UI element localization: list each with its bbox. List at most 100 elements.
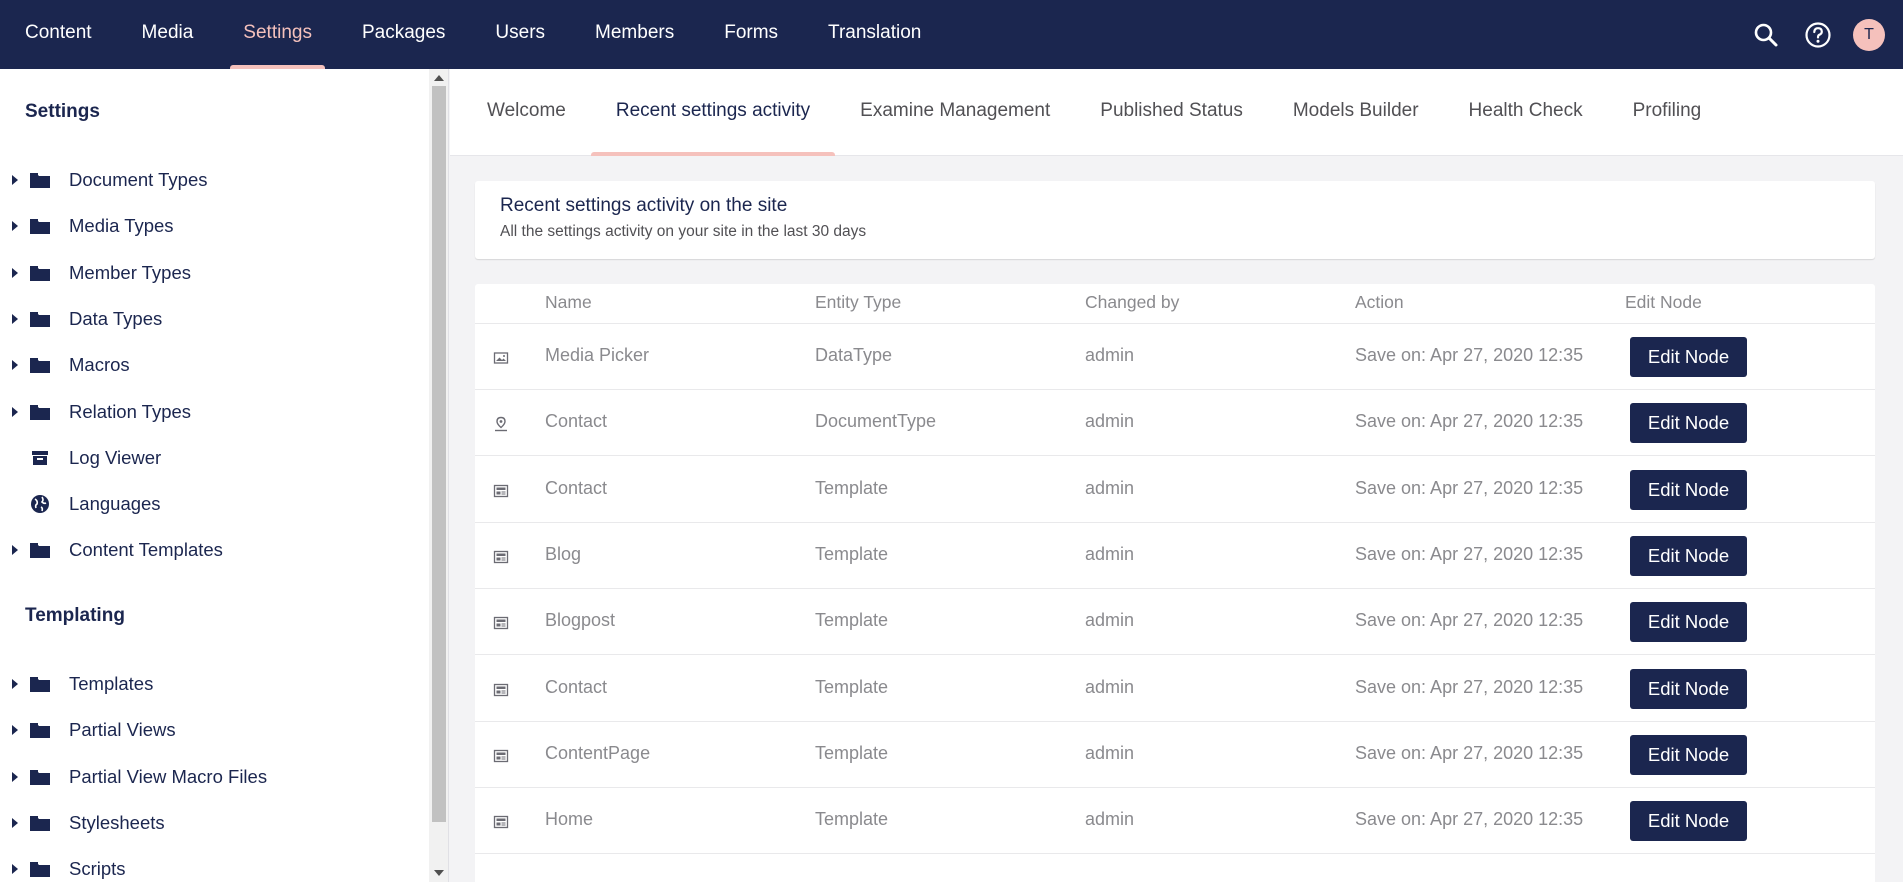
edit-node-button[interactable]: Edit Node xyxy=(1630,469,1747,510)
edit-node-button[interactable]: Edit Node xyxy=(1630,337,1747,377)
table-row: Media Picker DataType admin Save on: Apr 27… xyxy=(475,324,1875,390)
edit-node-button[interactable]: Edit Node xyxy=(1630,801,1747,842)
sidebar-item-content-templates[interactable]: Content Templates xyxy=(0,530,425,570)
tab-health-check[interactable]: Health Check xyxy=(1444,69,1608,156)
edit-node-button[interactable]: Edit Node xyxy=(1630,602,1747,643)
cell-entity-type: DataType xyxy=(815,345,893,365)
table-row: Home Template admin Save on: Apr 27, 2020 1… xyxy=(475,788,1875,855)
sidebar-item-partial-view-macro-files[interactable]: Partial View Macro Files xyxy=(0,757,425,797)
expand-caret-icon[interactable] xyxy=(12,771,18,782)
sidebar-item-log-viewer[interactable]: Log Viewer xyxy=(0,438,425,478)
table-row: Blogpost Template admin Save on: Apr 27, 20… xyxy=(475,589,1875,656)
sidebar-item-label: Scripts xyxy=(69,858,126,880)
help-button[interactable] xyxy=(1801,18,1835,52)
archive-icon xyxy=(29,447,51,469)
cell-name: Blogpost xyxy=(545,610,616,631)
sidebar-item-partial-views[interactable]: Partial Views xyxy=(0,710,425,750)
cell-name: Contact xyxy=(545,411,608,432)
cell-entity-type: Template xyxy=(815,610,889,631)
cell-changed-by: admin xyxy=(1085,610,1135,631)
search-button[interactable] xyxy=(1749,18,1783,52)
cell-entity-type: Template xyxy=(815,676,889,697)
main-navigation: Content Media Settings Packages Users Members… xyxy=(0,0,946,69)
help-icon xyxy=(1805,21,1831,48)
cell-name: Media Picker xyxy=(545,345,650,365)
sidebar-item-stylesheets[interactable]: Stylesheets xyxy=(0,803,425,843)
nav-item-settings[interactable]: Settings xyxy=(218,0,337,69)
edit-node-button[interactable]: Edit Node xyxy=(1630,403,1747,444)
sidebar-item-data-types[interactable]: Data Types xyxy=(0,299,425,339)
sidebar-item-member-types[interactable]: Member Types xyxy=(0,253,425,293)
nav-item-content[interactable]: Content xyxy=(0,0,117,69)
tab-welcome[interactable]: Welcome xyxy=(450,69,591,156)
nav-item-users[interactable]: Users xyxy=(470,0,570,69)
main-content: Welcome Recent settings activity Examine M… xyxy=(450,69,1903,882)
expand-caret-icon[interactable] xyxy=(12,864,18,875)
sidebar-item-macros[interactable]: Macros xyxy=(0,345,425,385)
cell-action: Save on: Apr 27, 2020 12:35 xyxy=(1355,477,1584,498)
sidebar-item-scripts[interactable]: Scripts xyxy=(0,849,425,882)
user-avatar[interactable]: T xyxy=(1853,18,1885,51)
expand-caret-icon[interactable] xyxy=(12,221,18,232)
sidebar-item-languages[interactable]: Languages xyxy=(0,484,425,524)
table-row: Contact Template admin Save on: Apr 27, 202… xyxy=(475,457,1875,523)
expand-caret-icon[interactable] xyxy=(12,360,18,371)
sidebar-item-label: Templates xyxy=(69,673,154,694)
folder-icon xyxy=(29,354,51,376)
tab-models-builder[interactable]: Models Builder xyxy=(1268,69,1444,156)
expand-caret-icon[interactable] xyxy=(12,545,18,556)
expand-caret-icon[interactable] xyxy=(12,679,18,689)
sidebar-scrollbar[interactable] xyxy=(429,69,448,882)
folder-icon xyxy=(29,858,51,880)
cell-name: Home xyxy=(545,809,594,830)
tab-examine-management[interactable]: Examine Management xyxy=(835,69,1075,156)
column-header-edit-node: Edit Node xyxy=(1625,292,1702,312)
cell-changed-by: admin xyxy=(1085,676,1135,697)
tab-recent-settings-activity[interactable]: Recent settings activity xyxy=(590,69,836,156)
scroll-down-arrow-icon[interactable] xyxy=(434,870,444,876)
sidebar-item-templates[interactable]: Templates xyxy=(0,664,425,704)
folder-icon xyxy=(29,719,51,741)
folder-icon xyxy=(29,401,51,423)
scroll-up-arrow-icon[interactable] xyxy=(434,75,444,81)
sidebar-item-media-types[interactable]: Media Types xyxy=(0,206,425,246)
tab-profiling[interactable]: Profiling xyxy=(1608,69,1727,156)
cell-action: Save on: Apr 27, 2020 12:35 xyxy=(1355,411,1584,432)
nav-item-forms[interactable]: Forms xyxy=(699,0,803,69)
expand-caret-icon[interactable] xyxy=(12,817,18,828)
sidebar-item-label: Document Types xyxy=(69,169,208,190)
sidebar-item-label: Media Types xyxy=(69,215,174,237)
activity-table: Name Entity Type Changed by Action Edit … xyxy=(475,284,1875,882)
expand-caret-icon[interactable] xyxy=(12,313,18,324)
sidebar-item-label: Macros xyxy=(69,354,130,376)
edit-node-button[interactable]: Edit Node xyxy=(1630,535,1747,576)
sidebar-item-relation-types[interactable]: Relation Types xyxy=(0,392,425,432)
expand-caret-icon[interactable] xyxy=(12,406,18,417)
sidebar-item-document-types[interactable]: Document Types xyxy=(0,160,425,200)
nav-item-packages[interactable]: Packages xyxy=(337,0,470,69)
edit-node-button[interactable]: Edit Node xyxy=(1630,734,1747,775)
activity-subtitle: All the settings activity on your site i… xyxy=(500,223,867,240)
dashboard-tabs: Welcome Recent settings activity Examine M… xyxy=(450,69,1903,156)
cell-action: Save on: Apr 27, 2020 12:35 xyxy=(1355,809,1584,830)
scrollbar-thumb[interactable] xyxy=(432,86,446,822)
folder-icon xyxy=(29,673,51,695)
layout-icon xyxy=(493,748,509,764)
globe-icon xyxy=(29,493,51,515)
edit-node-button[interactable]: Edit Node xyxy=(1630,668,1747,709)
column-header-changed-by: Changed by xyxy=(1085,292,1180,312)
sidebar-item-label: Relation Types xyxy=(69,400,192,422)
nav-item-media[interactable]: Media xyxy=(117,0,219,69)
activity-header-card: Recent settings activity on the site All… xyxy=(475,181,1875,259)
picture-icon xyxy=(493,350,509,366)
expand-caret-icon[interactable] xyxy=(12,175,18,185)
cell-action: Save on: Apr 27, 2020 12:35 xyxy=(1355,610,1584,631)
sidebar-section-templating-title: Templating xyxy=(25,605,125,626)
nav-item-members[interactable]: Members xyxy=(570,0,699,69)
expand-caret-icon[interactable] xyxy=(12,725,18,736)
expand-caret-icon[interactable] xyxy=(12,267,18,278)
tab-published-status[interactable]: Published Status xyxy=(1075,69,1268,156)
cell-entity-type: Template xyxy=(815,809,889,830)
nav-item-translation[interactable]: Translation xyxy=(803,0,946,69)
cell-action: Save on: Apr 27, 2020 12:35 xyxy=(1355,345,1584,365)
